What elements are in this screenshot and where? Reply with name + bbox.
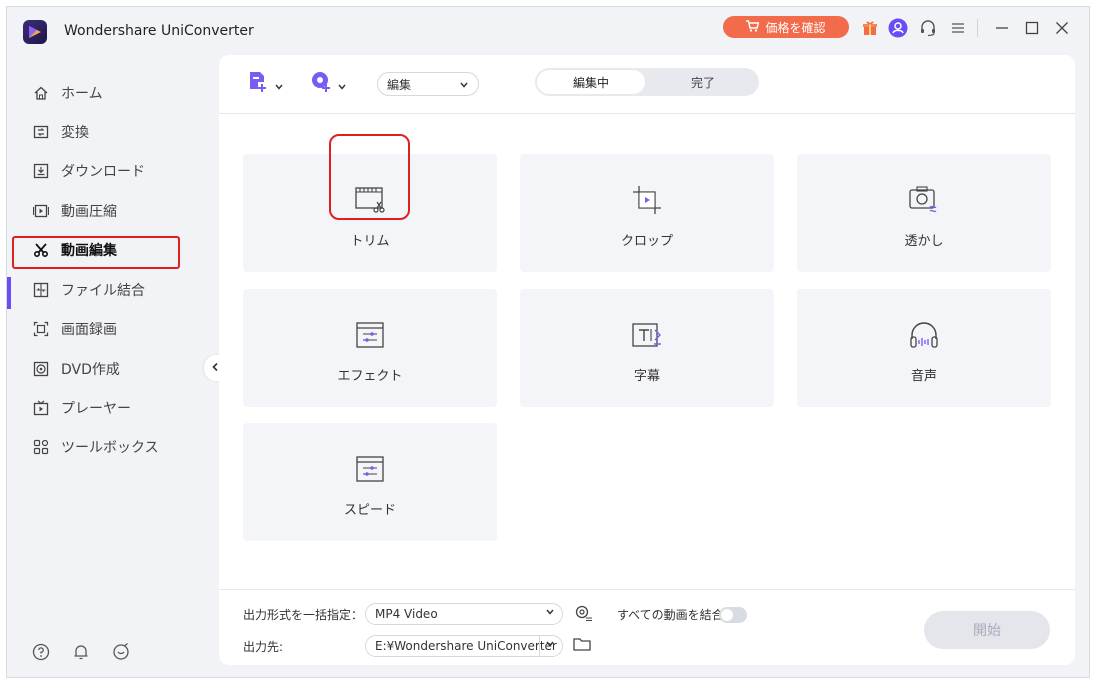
merge-all-toggle[interactable]	[719, 607, 747, 623]
help-icon[interactable]	[30, 641, 52, 663]
mode-select[interactable]: 編集	[377, 72, 479, 96]
account-icon[interactable]	[887, 17, 909, 39]
chevron-down-icon	[546, 608, 554, 618]
chevron-down-icon	[338, 75, 346, 94]
output-path-divider	[539, 636, 540, 656]
sidebar-item-screen-record[interactable]: 画面録画	[13, 313, 175, 345]
dvd-icon	[31, 359, 51, 379]
card-watermark-label: 透かし	[904, 234, 944, 249]
sidebar-active-indicator	[7, 277, 11, 309]
output-path-value: E:¥Wondershare UniConverter	[375, 639, 557, 653]
app-window: Wondershare UniConverter 価格を確認 ホーム 変換 ダウ…	[6, 6, 1090, 678]
card-subtitle[interactable]: 字幕	[520, 289, 774, 407]
app-title: Wondershare UniConverter	[64, 23, 254, 39]
output-path-select[interactable]: E:¥Wondershare UniConverter	[365, 635, 563, 657]
output-label: 出力先:	[243, 640, 284, 654]
sidebar-item-label: DVD作成	[61, 362, 120, 378]
crop-icon	[629, 182, 665, 218]
status-tabs: 編集中 完了	[535, 68, 759, 96]
sidebar-item-label: ツールボックス	[61, 440, 159, 456]
sidebar-item-toolbox[interactable]: ツールボックス	[13, 431, 175, 463]
card-audio[interactable]: 音声	[797, 289, 1051, 407]
sidebar-item-dvd[interactable]: DVD作成	[13, 353, 175, 385]
maximize-icon[interactable]	[1021, 17, 1043, 39]
close-icon[interactable]	[1051, 17, 1073, 39]
toolbox-icon	[31, 437, 51, 457]
sidebar-item-download[interactable]: ダウンロード	[13, 155, 175, 187]
sidebar-item-label: ホーム	[61, 86, 103, 102]
sidebar-item-convert[interactable]: 変換	[13, 116, 175, 148]
card-crop-label: クロップ	[620, 234, 673, 249]
card-watermark[interactable]: 透かし	[797, 154, 1051, 272]
sidebar-item-compress[interactable]: 動画圧縮	[13, 195, 175, 227]
sidebar-item-player[interactable]: プレーヤー	[13, 392, 175, 424]
sidebar-item-label: 画面録画	[61, 322, 117, 338]
effect-icon	[352, 317, 388, 353]
format-settings-icon[interactable]	[573, 603, 595, 625]
card-trim-label: トリム	[350, 234, 390, 249]
card-audio-label: 音声	[910, 369, 937, 384]
card-speed[interactable]: スピード	[243, 423, 497, 541]
compress-icon	[31, 201, 51, 221]
sidebar-item-label: プレーヤー	[61, 401, 131, 417]
sidebar-item-label: ファイル結合	[61, 283, 145, 299]
price-check-button[interactable]: 価格を確認	[723, 16, 849, 38]
card-subtitle-label: 字幕	[633, 369, 660, 384]
gift-icon[interactable]	[859, 17, 881, 39]
title-bar: Wondershare UniConverter 価格を確認	[7, 7, 1089, 55]
trim-highlight-box	[329, 134, 410, 220]
folder-icon[interactable]	[573, 636, 595, 658]
tab-done[interactable]: 完了	[649, 70, 757, 94]
add-file-button[interactable]	[247, 71, 283, 97]
add-media-button[interactable]	[310, 71, 346, 97]
start-button[interactable]: 開始	[924, 611, 1050, 649]
format-select[interactable]: MP4 Video	[365, 603, 563, 625]
download-icon	[31, 161, 51, 181]
mode-select-value: 編集	[387, 77, 412, 92]
menu-icon[interactable]	[947, 17, 969, 39]
price-check-label: 価格を確認	[765, 20, 826, 35]
app-logo-icon	[23, 20, 47, 44]
merge-icon	[31, 280, 51, 300]
audio-icon	[906, 317, 942, 353]
sidebar-item-label: 動画圧縮	[61, 204, 117, 220]
card-effect[interactable]: エフェクト	[243, 289, 497, 407]
notification-bell-icon[interactable]	[70, 641, 92, 663]
card-crop[interactable]: クロップ	[520, 154, 774, 272]
sidebar-highlight-box	[12, 236, 180, 269]
format-select-value: MP4 Video	[375, 607, 438, 621]
subtitle-icon	[629, 317, 665, 353]
card-effect-label: エフェクト	[337, 369, 403, 384]
add-media-icon	[310, 70, 334, 98]
chevron-down-icon	[275, 75, 283, 94]
format-label: 出力形式を一括指定：	[243, 608, 364, 622]
sidebar: ホーム 変換 ダウンロード 動画圧縮 動画編集 ファイル結合 画面録画 DVD作…	[7, 55, 219, 677]
home-icon	[31, 83, 51, 103]
feedback-icon[interactable]	[110, 641, 132, 663]
player-icon	[31, 398, 51, 418]
merge-all-label: すべての動画を結合	[617, 608, 724, 622]
minimize-icon[interactable]	[991, 17, 1013, 39]
convert-icon	[31, 122, 51, 142]
sidebar-item-label: ダウンロード	[61, 164, 145, 180]
main-panel: 編集 編集中 完了 トリム クロップ 透かし エフェクト 字幕 音声 スピード …	[219, 55, 1075, 665]
chevron-down-icon	[546, 640, 554, 650]
screen-record-icon	[31, 319, 51, 339]
chevron-left-icon	[211, 362, 219, 375]
chevron-down-icon	[460, 77, 468, 91]
cart-icon	[746, 19, 760, 35]
card-speed-label: スピード	[343, 503, 396, 518]
sidebar-item-merge[interactable]: ファイル結合	[13, 274, 175, 306]
titlebar-divider	[977, 19, 978, 37]
output-footer: 出力形式を一括指定： MP4 Video すべての動画を結合 出力先: E:¥W…	[219, 589, 1075, 666]
sidebar-item-label: 変換	[61, 125, 89, 141]
sidebar-item-home[interactable]: ホーム	[13, 77, 175, 109]
tab-editing[interactable]: 編集中	[537, 70, 645, 94]
add-file-icon	[247, 70, 271, 98]
edit-toolbar: 編集 編集中 完了	[219, 55, 1075, 114]
speed-icon	[352, 451, 388, 487]
support-headset-icon[interactable]	[917, 17, 939, 39]
watermark-icon	[906, 182, 942, 218]
